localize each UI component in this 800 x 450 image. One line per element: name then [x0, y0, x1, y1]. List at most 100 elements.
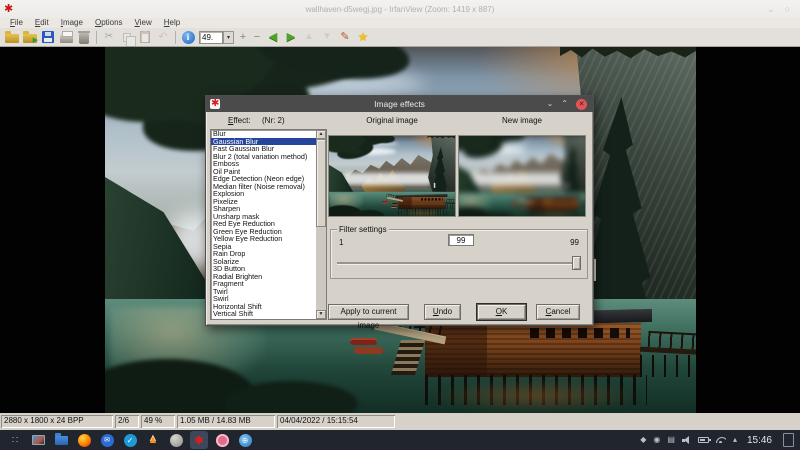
display-settings-button[interactable]	[29, 431, 47, 449]
irfanview-task-button[interactable]: ✱	[190, 431, 208, 449]
minimize-icon[interactable]: ⌄	[767, 5, 775, 14]
titlebar[interactable]: ✱ wallhaven-d5wegj.jpg - IrfanView (Zoom…	[0, 0, 800, 18]
undo-arrow-icon: ↶	[158, 32, 167, 43]
scene-church-tower	[566, 183, 568, 188]
zoom-dropdown-button[interactable]: ▾	[223, 31, 234, 44]
gimp-icon	[170, 434, 183, 447]
boathouse-windows	[530, 328, 630, 338]
shade-icon[interactable]: ⌄	[547, 100, 554, 108]
scene-mist	[469, 173, 565, 186]
tools-button[interactable]: ✎	[336, 29, 354, 45]
favorites-button[interactable]: ★	[354, 29, 372, 45]
cancel-button[interactable]: Cancel	[536, 304, 580, 320]
scene-boathouse	[393, 195, 455, 216]
previous-image-button[interactable]: ◀	[264, 29, 282, 45]
filter-value-input[interactable]: 99	[448, 234, 474, 246]
next-image-button[interactable]: ▶	[282, 29, 300, 45]
app-menu-button[interactable]: ∷	[6, 431, 24, 449]
open-folder-icon	[5, 34, 19, 43]
device-connect-icon[interactable]: ◉	[653, 436, 660, 444]
dialog-titlebar[interactable]: ✱ Image effects ⌄ ⌃ ✕	[206, 96, 593, 112]
file-manager-button[interactable]	[52, 431, 70, 449]
slider-thumb[interactable]	[572, 256, 581, 270]
vlc-cone-icon: ▲	[148, 434, 159, 446]
scroll-up-icon[interactable]: ▲	[316, 130, 326, 139]
updater-button[interactable]: ✓	[121, 431, 139, 449]
list-scrollbar[interactable]: ▲ ▼	[316, 130, 326, 319]
pier-posts	[640, 355, 696, 377]
delete-button[interactable]	[75, 29, 93, 45]
trash-icon	[79, 33, 89, 44]
volume-icon[interactable]	[682, 436, 691, 445]
folder-icon	[55, 436, 68, 445]
save-button[interactable]	[39, 29, 57, 45]
ok-button[interactable]: OK	[477, 304, 526, 320]
scene-boat	[354, 347, 383, 354]
effect-listbox: BlurGaussian BlurFast Gaussian BlurBlur …	[210, 129, 327, 320]
menu-item[interactable]: View	[129, 18, 158, 28]
original-image-label: Original image	[328, 116, 456, 125]
firefox-button[interactable]	[75, 431, 93, 449]
play-icon: ▶	[33, 37, 38, 44]
new-image-label: New image	[458, 116, 586, 125]
boathouse-stairs	[521, 202, 529, 210]
boathouse-reflection	[399, 210, 445, 216]
vlc-button[interactable]: ▲	[144, 431, 162, 449]
printer-icon	[60, 35, 73, 43]
info-button[interactable]: i	[179, 29, 197, 45]
copy-button	[118, 29, 136, 45]
shield-icon[interactable]: ◆	[640, 436, 646, 444]
open-button[interactable]	[3, 29, 21, 45]
zoom-combo[interactable]: 49. ▾	[199, 31, 234, 44]
irfanview-window: ✱ wallhaven-d5wegj.jpg - IrfanView (Zoom…	[0, 0, 800, 450]
mail-button[interactable]: ✉	[98, 431, 116, 449]
menu-item[interactable]: File	[4, 18, 29, 28]
close-button[interactable]: ✕	[576, 99, 587, 110]
gimp-button[interactable]	[167, 431, 185, 449]
menu-item[interactable]: Image	[55, 18, 89, 28]
filter-settings-group: Filter settings 1 99 99	[330, 229, 588, 279]
menu-item[interactable]: Help	[158, 18, 186, 28]
browser-button[interactable]: ⊕	[236, 431, 254, 449]
effect-rows: BlurGaussian BlurFast Gaussian BlurBlur …	[211, 130, 316, 319]
screenshot-tool-button[interactable]	[213, 431, 231, 449]
firefox-icon	[78, 434, 91, 447]
toolbar: ▶ ✂ ↶ i 49. ▾ + − ◀ ▶ ▲ ▼ ✎ ★	[0, 28, 800, 47]
cut-button: ✂	[100, 29, 118, 45]
boathouse-windows	[421, 198, 443, 200]
scene-boat	[350, 338, 377, 345]
print-button[interactable]	[57, 29, 75, 45]
show-desktop-button[interactable]	[783, 433, 794, 447]
clipboard-icon[interactable]: ▤	[667, 436, 675, 444]
image-effects-dialog: ✱ Image effects ⌄ ⌃ ✕ Effect: (Nr: 2) Or…	[205, 95, 594, 326]
zoom-value-input[interactable]: 49.	[199, 31, 223, 44]
menu-item[interactable]: Options	[89, 18, 129, 28]
undo-button[interactable]: Undo	[424, 304, 461, 320]
taskbar: ∷ ✉ ✓ ▲ ✱ ⊕ ◆ ◉ ▤ ▴ 15:46	[0, 430, 800, 450]
unshade-icon[interactable]: ⌃	[561, 100, 568, 108]
effect-item[interactable]: Vertical Shift	[211, 310, 316, 318]
chevron-down-icon: ▾	[227, 34, 230, 41]
slideshow-button[interactable]: ▶	[21, 29, 39, 45]
apply-button[interactable]: Apply to current image	[328, 304, 409, 320]
slider-track[interactable]	[337, 262, 581, 264]
scroll-down-icon[interactable]: ▼	[316, 310, 326, 319]
pier-posts	[445, 204, 455, 209]
photo-scene	[329, 136, 455, 216]
scene-branches	[355, 210, 384, 216]
scene-branches	[482, 212, 513, 217]
maximize-icon[interactable]: ○	[785, 5, 790, 14]
filter-settings-legend: Filter settings	[337, 225, 389, 234]
battery-icon[interactable]	[698, 437, 709, 443]
arrow-down-icon: ▼	[322, 32, 332, 42]
mail-icon: ✉	[101, 434, 114, 447]
clock[interactable]: 15:46	[747, 435, 772, 446]
scrollbar-thumb[interactable]	[316, 139, 326, 227]
filter-slider[interactable]	[337, 256, 581, 271]
scene-boat	[512, 204, 519, 206]
boathouse-reflection	[430, 380, 642, 412]
tray-expand-icon[interactable]: ▴	[733, 436, 737, 444]
status-cell: 04/04/2022 / 15:15:54	[277, 415, 395, 428]
menu-item[interactable]: Edit	[29, 18, 55, 28]
wifi-icon[interactable]	[716, 437, 726, 443]
